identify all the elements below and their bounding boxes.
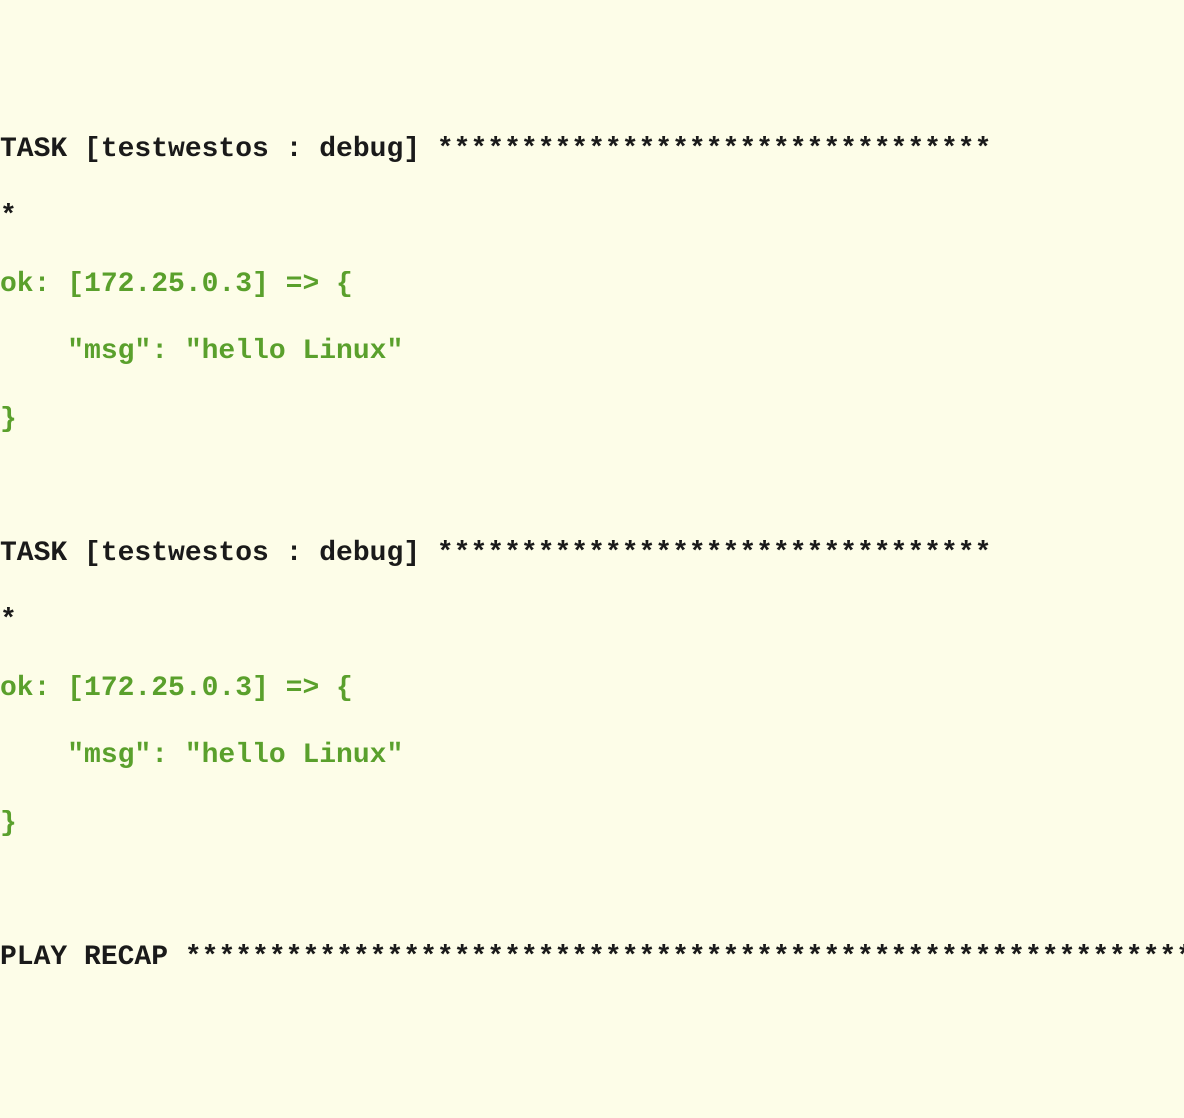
ok-line-1: ok: [172.25.0.3] => { [0,267,1184,303]
spacer-2 [0,873,1184,909]
close-line-1: } [0,402,1184,438]
task-header-1: TASK [testwestos : debug] **************… [0,132,1184,168]
ok-line-2: ok: [172.25.0.3] => { [0,671,1184,707]
task-stars-2b: * [0,603,1184,639]
play-recap-stars: ****************************************… [185,942,1184,973]
task-label-1: TASK [testwestos : debug] [0,134,437,165]
task-stars-1b: * [0,199,1184,235]
task-header-2: TASK [testwestos : debug] **************… [0,536,1184,572]
play-recap: PLAY RECAP *****************************… [0,940,1184,976]
msg-line-1: "msg": "hello Linux" [0,334,1184,370]
close-line-2: } [0,806,1184,842]
spacer-1 [0,469,1184,505]
task-label-2: TASK [testwestos : debug] [0,538,437,569]
msg-line-2: "msg": "hello Linux" [0,738,1184,774]
task-stars-1a: ********************************* [437,134,992,165]
task-stars-2a: ********************************* [437,538,992,569]
play-recap-label: PLAY RECAP [0,942,185,973]
